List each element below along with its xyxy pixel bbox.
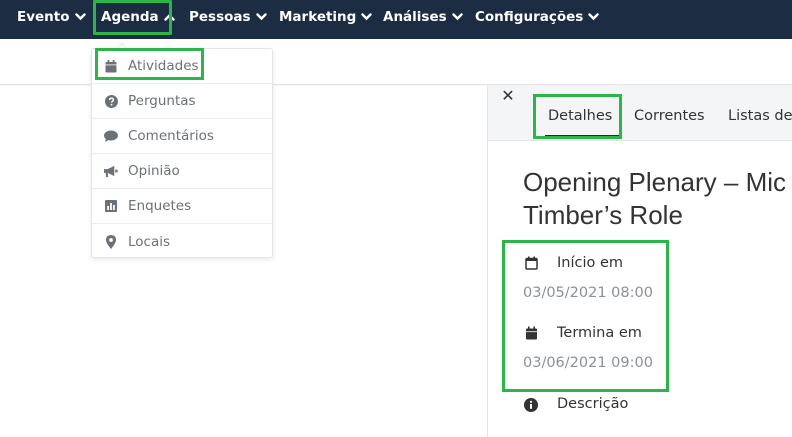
menu-item-label: Comentários: [128, 128, 214, 144]
comment-icon: [104, 129, 118, 143]
activity-title-line1: Opening Plenary – Mic: [523, 167, 787, 197]
panel-tab-bar: ✕ Detalhes Correntes Listas de: [488, 86, 792, 141]
nav-item-label: Evento: [17, 9, 70, 25]
tab-detalhes[interactable]: Detalhes: [548, 96, 612, 136]
nav-item-evento[interactable]: Evento: [17, 0, 86, 34]
calendar-icon: [104, 59, 118, 73]
chevron-down-icon: [451, 13, 463, 21]
dropdown-caret: [117, 42, 127, 50]
chevron-down-icon: [361, 13, 373, 21]
menu-item-comentarios[interactable]: Comentários: [92, 119, 272, 154]
calendar-solid-icon: [524, 326, 538, 340]
start-label: Início em: [557, 255, 624, 271]
bar-chart-icon: [104, 199, 118, 213]
calendar-outline-icon: [524, 256, 538, 270]
menu-item-locais[interactable]: Locais: [92, 224, 272, 259]
info-circle-icon: [524, 398, 538, 412]
megaphone-icon: [104, 164, 118, 178]
nav-item-label: Pessoas: [189, 9, 251, 25]
tab-correntes[interactable]: Correntes: [634, 96, 705, 136]
close-icon[interactable]: ✕: [500, 86, 516, 105]
menu-item-perguntas[interactable]: Perguntas: [92, 84, 272, 119]
agenda-highlight-box: [93, 0, 172, 35]
end-label: Termina em: [557, 325, 642, 341]
start-value: 03/05/2021 08:00: [523, 285, 653, 301]
activity-title: Opening Plenary – Mic Timber’s Role: [523, 166, 792, 232]
menu-item-label: Locais: [128, 233, 171, 250]
nav-item-analises[interactable]: Análises: [383, 0, 463, 34]
chevron-down-icon: [255, 13, 267, 21]
nav-item-label: Análises: [383, 9, 447, 25]
tab-listas[interactable]: Listas de: [728, 96, 792, 136]
chevron-down-icon: [588, 13, 600, 21]
activity-details-panel: ✕ Detalhes Correntes Listas de Opening P…: [487, 86, 792, 437]
question-circle-icon: [104, 94, 118, 108]
nav-item-label: Marketing: [279, 9, 357, 25]
chevron-down-icon: [74, 13, 86, 21]
end-value: 03/06/2021 09:00: [523, 355, 653, 371]
menu-item-label: Perguntas: [128, 93, 196, 109]
nav-item-configuracoes[interactable]: Configurações: [475, 0, 600, 34]
menu-item-opiniao[interactable]: Opinião: [92, 154, 272, 189]
nav-item-label: Configurações: [475, 9, 584, 25]
menu-item-label: Enquetes: [128, 198, 192, 214]
agenda-dropdown-menu: Atividades Perguntas Comentários Opinião…: [91, 48, 273, 258]
nav-item-marketing[interactable]: Marketing: [279, 0, 373, 34]
menu-item-enquetes[interactable]: Enquetes: [92, 189, 272, 224]
nav-item-pessoas[interactable]: Pessoas: [189, 0, 267, 34]
menu-item-label: Atividades: [128, 58, 199, 74]
active-tab-indicator: [545, 135, 619, 138]
menu-item-atividades[interactable]: Atividades: [92, 49, 272, 84]
description-label: Descrição: [557, 396, 629, 412]
map-marker-icon: [104, 234, 118, 249]
activity-title-line2: Timber’s Role: [523, 200, 683, 230]
menu-item-label: Opinião: [128, 163, 180, 179]
